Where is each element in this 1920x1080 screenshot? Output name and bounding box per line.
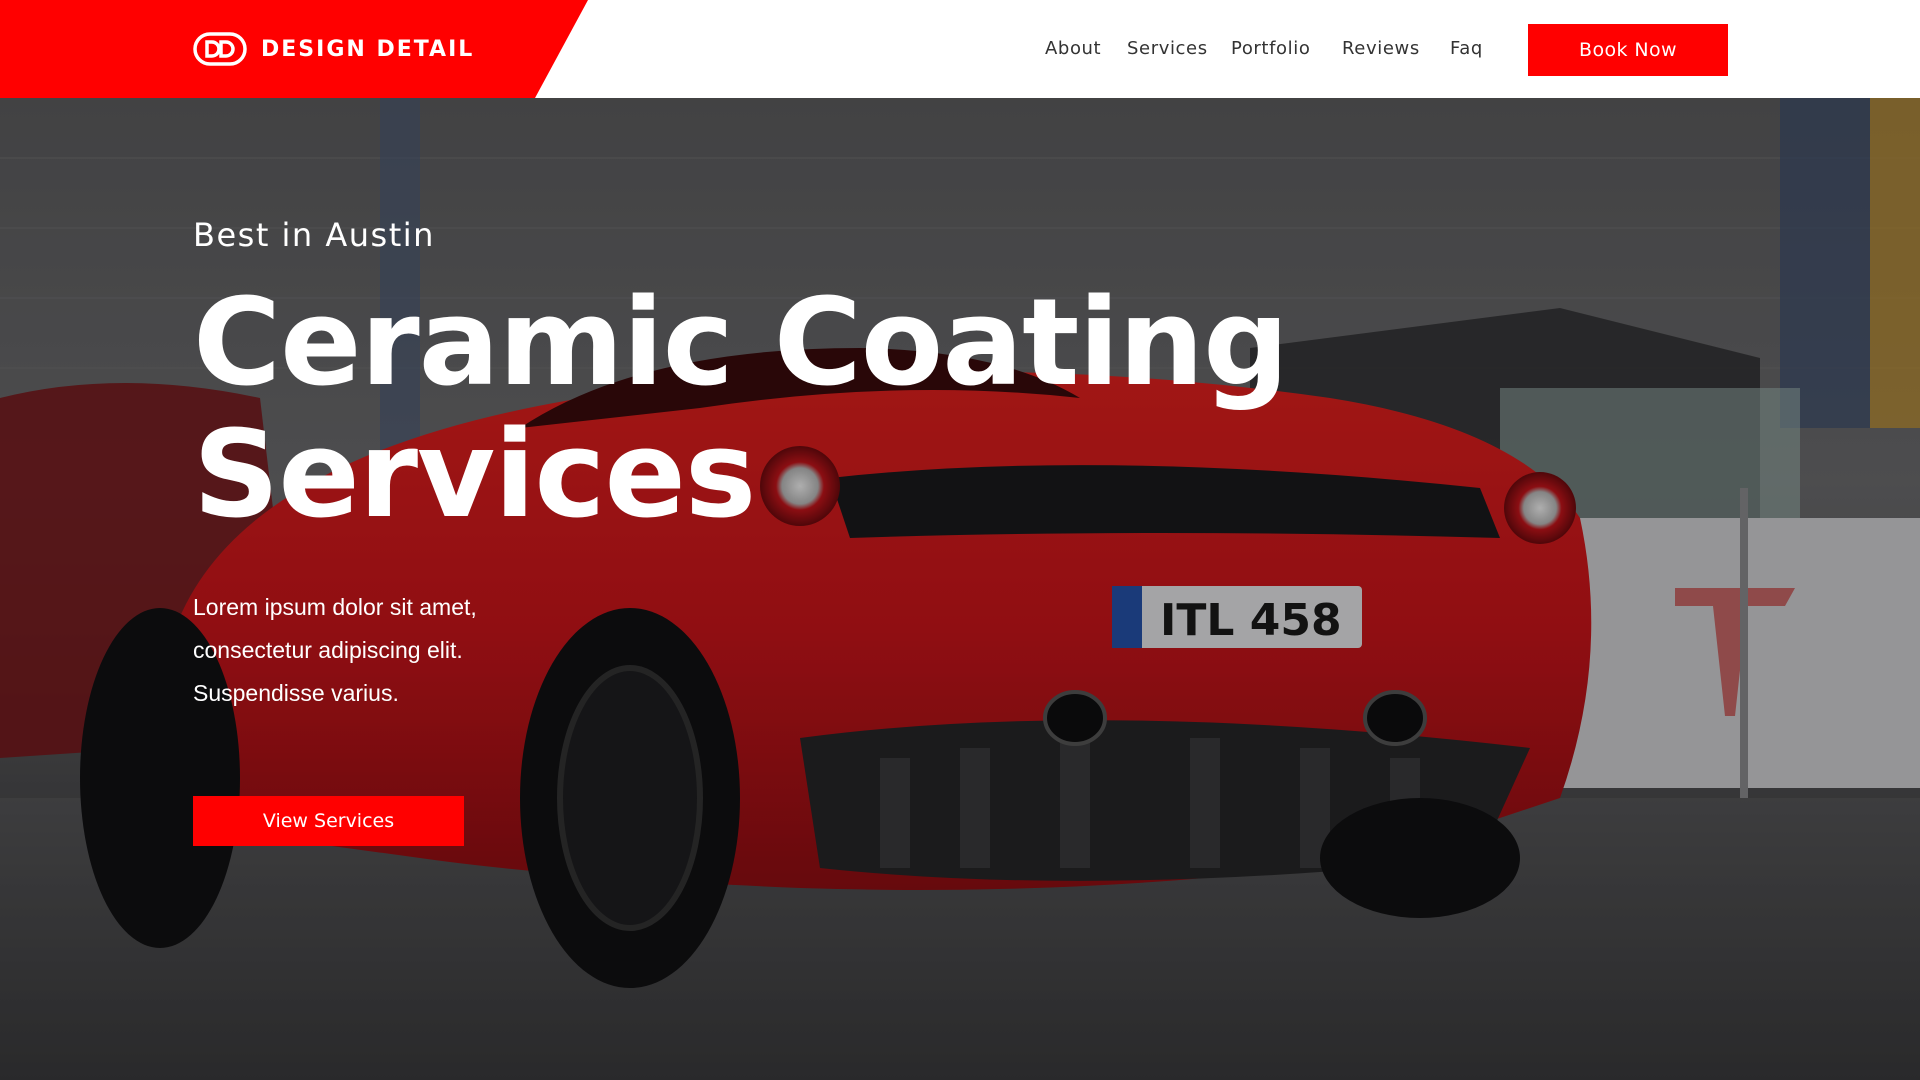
hero-eyebrow: Best in Austin [193, 216, 435, 254]
nav-link-reviews[interactable]: Reviews [1342, 38, 1420, 59]
hero-description: Lorem ipsum dolor sit amet, consectetur … [193, 594, 477, 706]
hero-section: ITL 458 Best in Austin Ceramic Coating S… [0, 98, 1920, 1080]
brand-logo-link[interactable]: DESIGN DETAIL [193, 29, 474, 69]
brand-name: DESIGN DETAIL [261, 36, 475, 62]
site-header: DESIGN DETAIL About Services Portfolio R… [0, 0, 1920, 98]
book-now-button[interactable]: Book Now [1528, 24, 1728, 76]
hero-headline: Ceramic Coating Services [193, 274, 1289, 545]
nav-link-services[interactable]: Services [1127, 38, 1208, 59]
dd-monogram-icon [193, 32, 247, 66]
nav-link-portfolio[interactable]: Portfolio [1231, 38, 1310, 59]
nav-link-about[interactable]: About [1045, 38, 1101, 59]
nav-link-faq[interactable]: Faq [1450, 38, 1483, 59]
view-services-button[interactable]: View Services [193, 796, 464, 846]
